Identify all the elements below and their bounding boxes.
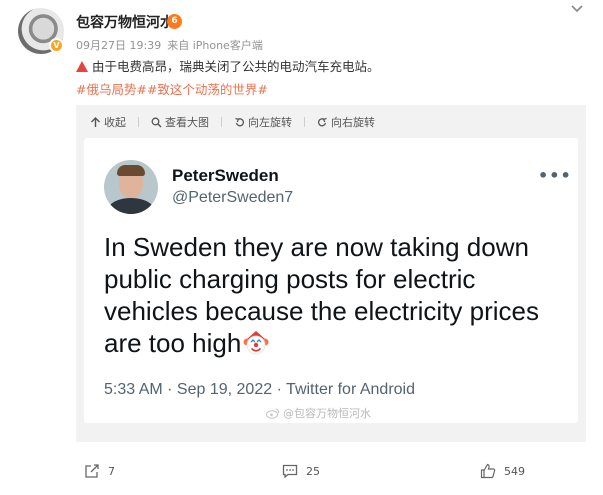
collapse-button[interactable]: 收起 — [90, 114, 126, 130]
username[interactable]: 包容万物恒河水 — [76, 12, 174, 32]
repost-count: 7 — [108, 464, 115, 478]
tweet-body: In Sweden they are now taking down publi… — [104, 231, 566, 359]
post-source: 来自 iPhone客户端 — [167, 39, 263, 52]
like-count: 549 — [504, 464, 525, 478]
chevron-down-icon[interactable] — [570, 2, 584, 16]
clown-emoji-icon — [243, 331, 269, 355]
view-large-label: 查看大图 — [165, 116, 209, 129]
watermark: @包容万物恒河水 — [266, 405, 371, 421]
rotate-left-label: 向左旋转 — [248, 116, 292, 129]
weibo-logo-icon — [266, 408, 280, 419]
thumbs-up-icon — [480, 463, 496, 479]
post-text: 由于电费高昂，瑞典关闭了公共的电动汽车充电站。 — [76, 56, 380, 75]
toolbar-divider — [138, 117, 139, 127]
watermark-text: @包容万物恒河水 — [283, 407, 371, 420]
collapse-label: 收起 — [104, 116, 126, 129]
tweet-author-name: PeterSweden — [172, 166, 279, 185]
tweet-body-text: In Sweden they are now taking down publi… — [104, 232, 539, 358]
rotate-left-button[interactable]: 向左旋转 — [234, 114, 292, 130]
hashtag-list: #俄乌局势##致这个动荡的世界# — [76, 79, 268, 98]
tweet-footer: 5:33 AM · Sep 19, 2022 · Twitter for And… — [104, 381, 415, 398]
repost-button[interactable]: 7 — [84, 463, 115, 479]
comment-count: 25 — [306, 464, 320, 478]
hashtag-link[interactable]: #俄乌局势# — [76, 82, 147, 97]
warning-icon — [76, 61, 88, 72]
toolbar-divider — [221, 117, 222, 127]
like-button[interactable]: 549 — [480, 463, 525, 479]
comment-button[interactable]: 25 — [282, 463, 320, 479]
hashtag-link[interactable]: #致这个动荡的世界# — [147, 82, 268, 97]
image-toolbar: 收起 查看大图 向左旋转 向右旋转 — [90, 114, 375, 130]
more-options-icon: ••• — [538, 166, 572, 185]
tweet-author-handle: @PeterSweden7 — [172, 189, 294, 206]
user-level-badge: 6 — [167, 14, 182, 29]
rotate-left-icon — [235, 117, 245, 126]
toolbar-divider — [304, 117, 305, 127]
comment-icon — [282, 464, 298, 479]
repost-icon — [85, 464, 99, 478]
rotate-right-button[interactable]: 向右旋转 — [317, 114, 375, 130]
post-text-content: 由于电费高昂，瑞典关闭了公共的电动汽车充电站。 — [92, 59, 380, 74]
collapse-icon — [91, 116, 100, 127]
post-meta: 09月27日 19:39 来自 iPhone客户端 — [76, 37, 263, 53]
search-icon — [151, 117, 162, 127]
rotate-right-icon — [317, 117, 327, 126]
tweet-avatar — [104, 160, 158, 214]
post-date[interactable]: 09月27日 19:39 — [76, 39, 161, 52]
view-large-button[interactable]: 查看大图 — [151, 114, 209, 130]
verified-badge-icon: V — [49, 38, 64, 53]
rotate-right-label: 向右旋转 — [331, 116, 375, 129]
